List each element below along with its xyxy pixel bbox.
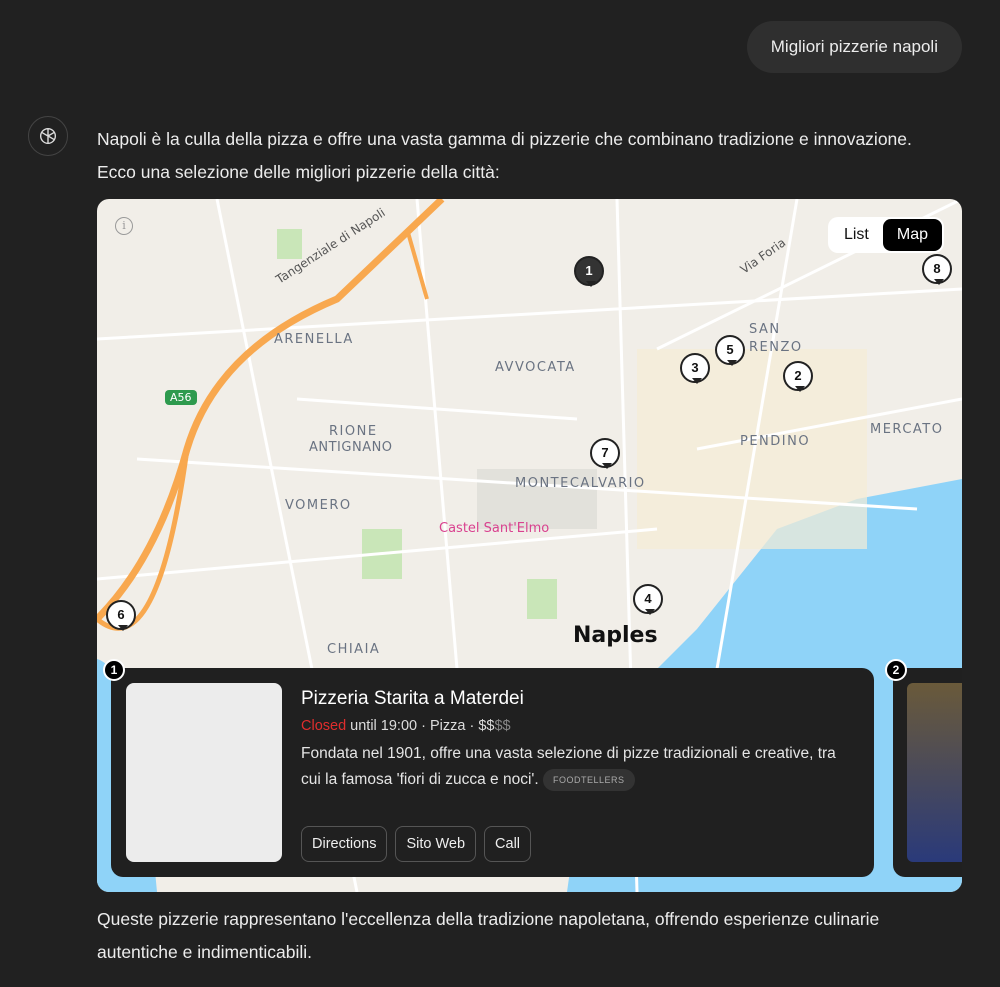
- map-pin-5[interactable]: 5: [715, 335, 745, 366]
- map-pin-8[interactable]: 8: [922, 254, 952, 285]
- district-label: ARENELLA: [274, 332, 354, 347]
- view-toggle: List Map: [827, 217, 944, 253]
- map-pin-3[interactable]: 3: [680, 353, 710, 384]
- place-image: [126, 683, 282, 862]
- user-message: Migliori pizzerie napoli: [746, 21, 962, 73]
- district-label: SAN: [749, 322, 781, 337]
- status-closed: Closed: [301, 718, 347, 734]
- landmark-label: Castel Sant'Elmo: [439, 521, 550, 536]
- assistant-avatar: [28, 116, 68, 156]
- openai-logo-icon: [39, 127, 57, 145]
- highway-shield: A56: [165, 390, 197, 405]
- district-label: ANTIGNANO: [309, 440, 393, 455]
- district-label: VOMERO: [285, 498, 352, 513]
- district-label: MERCATO: [870, 422, 944, 437]
- map-pin-4[interactable]: 4: [633, 584, 663, 615]
- map-pin-6[interactable]: 6: [106, 600, 136, 631]
- directions-button[interactable]: Directions: [301, 826, 388, 862]
- district-label: MONTECALVARIO: [515, 476, 646, 491]
- map-pin-1[interactable]: 1: [574, 256, 604, 287]
- info-icon[interactable]: i: [115, 217, 133, 235]
- map[interactable]: i List Map Tangenziale di Napoli Via For…: [97, 199, 962, 892]
- map-view-button[interactable]: Map: [882, 219, 942, 251]
- card-number-badge: 1: [103, 659, 125, 681]
- price-inactive: $$: [494, 718, 511, 734]
- source-badge[interactable]: FOODTELLERS: [542, 768, 635, 791]
- intro-text: Napoli è la culla della pizza e offre un…: [97, 129, 912, 182]
- card-number-badge: 2: [885, 659, 907, 681]
- district-label: AVVOCATA: [495, 360, 576, 375]
- place-card[interactable]: Pizzeria Starita a Materdei Closed until…: [111, 668, 874, 877]
- city-label: Naples: [573, 623, 658, 648]
- district-label: RENZO: [749, 340, 803, 355]
- map-pin-7[interactable]: 7: [590, 438, 620, 469]
- place-meta: Closed until 19:00 · Pizza · $$$$: [301, 718, 511, 734]
- hours-category: until 19:00 · Pizza ·: [346, 718, 479, 734]
- call-button[interactable]: Call: [484, 826, 532, 862]
- district-label: CHIAIA: [327, 642, 381, 657]
- list-view-button[interactable]: List: [830, 219, 883, 251]
- district-label: RIONE: [329, 424, 378, 439]
- next-place-card[interactable]: [893, 668, 962, 877]
- place-image: [907, 683, 962, 862]
- price-active: $$: [478, 718, 495, 734]
- district-label: PENDINO: [740, 434, 811, 449]
- place-description: Fondata nel 1901, offre una vasta selezi…: [301, 741, 841, 793]
- map-pin-2[interactable]: 2: [783, 361, 813, 392]
- website-button[interactable]: Sito Web: [395, 826, 477, 862]
- outro-text: Queste pizzerie rappresentano l'eccellen…: [97, 909, 880, 962]
- place-title[interactable]: Pizzeria Starita a Materdei: [301, 688, 524, 710]
